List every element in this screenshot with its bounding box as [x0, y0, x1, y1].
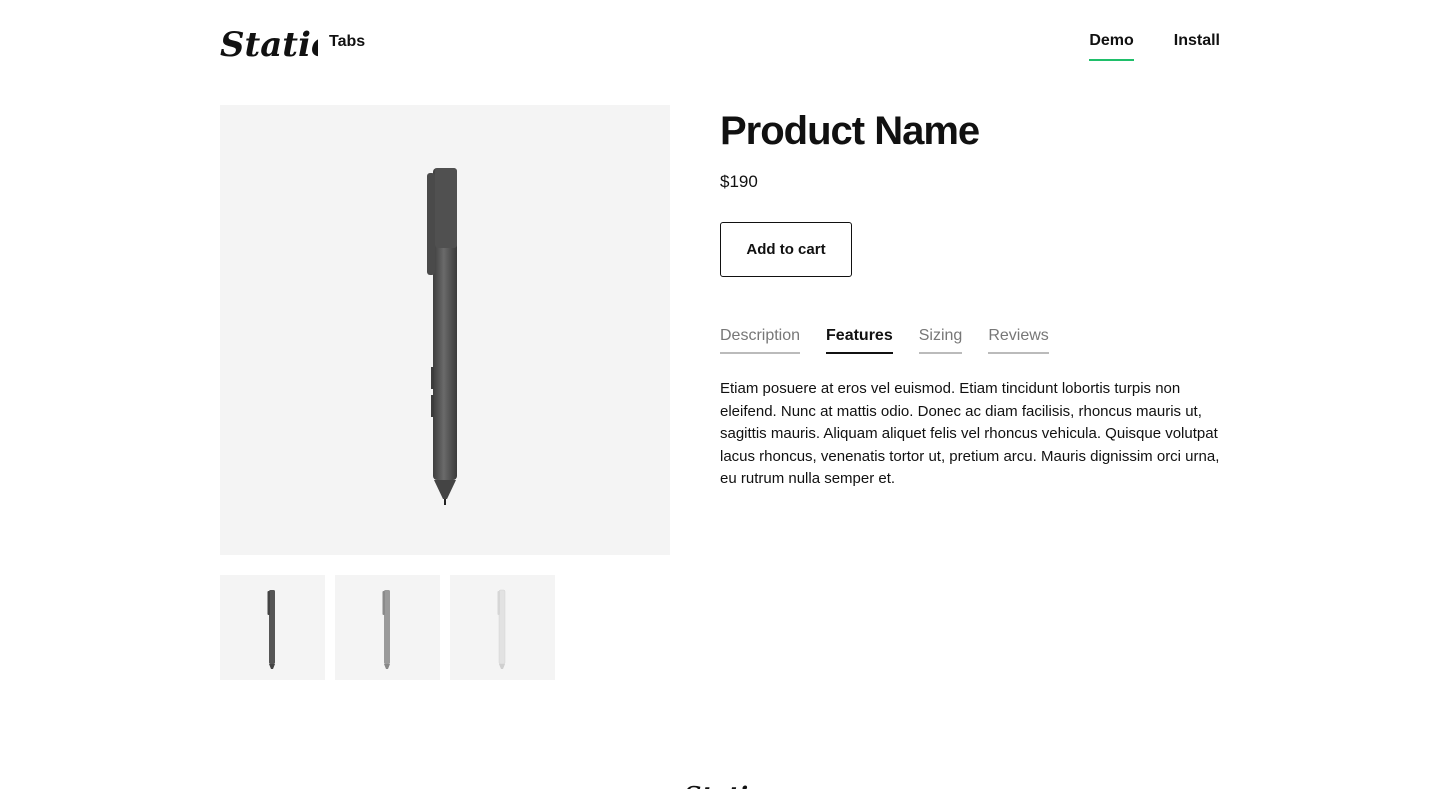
- site-header: Station Tabs Demo Install: [0, 0, 1440, 84]
- thumbnail-white[interactable]: [450, 575, 555, 680]
- add-to-cart-button[interactable]: Add to cart: [720, 222, 852, 277]
- product-info: Product Name $190 Add to cart Descriptio…: [720, 108, 1220, 491]
- thumbnail-charcoal[interactable]: [220, 575, 325, 680]
- pen-thumbnail-white: [497, 589, 506, 669]
- pen-thumbnail-silver: [382, 590, 390, 669]
- product-title: Product Name: [720, 109, 980, 153]
- product-price: $190: [720, 172, 758, 191]
- thumbnail-silver[interactable]: [335, 575, 440, 680]
- tab-reviews[interactable]: Reviews: [988, 327, 1049, 354]
- pen-image: [427, 168, 457, 505]
- nav-demo[interactable]: Demo: [1089, 32, 1134, 61]
- product-main-image: [220, 105, 670, 555]
- main-nav: Demo Install: [1089, 32, 1220, 61]
- page-subtitle: Tabs: [329, 33, 366, 50]
- tab-panel-content: Etiam posuere at eros vel euismod. Etiam…: [720, 380, 1220, 487]
- brand-wordmark: Station: [220, 25, 318, 62]
- tab-features[interactable]: Features: [826, 327, 893, 354]
- nav-install[interactable]: Install: [1174, 32, 1220, 61]
- footer-station-logo[interactable]: Station: [684, 778, 756, 789]
- product-tabs: Description Features Sizing Reviews: [720, 327, 1220, 354]
- station-logo[interactable]: Station: [220, 22, 318, 62]
- tab-description[interactable]: Description: [720, 327, 801, 354]
- tab-sizing[interactable]: Sizing: [918, 327, 963, 354]
- product-thumbnails: [220, 575, 555, 680]
- pen-thumbnail-charcoal: [267, 590, 275, 669]
- footer-brand-wordmark: Station: [684, 781, 756, 789]
